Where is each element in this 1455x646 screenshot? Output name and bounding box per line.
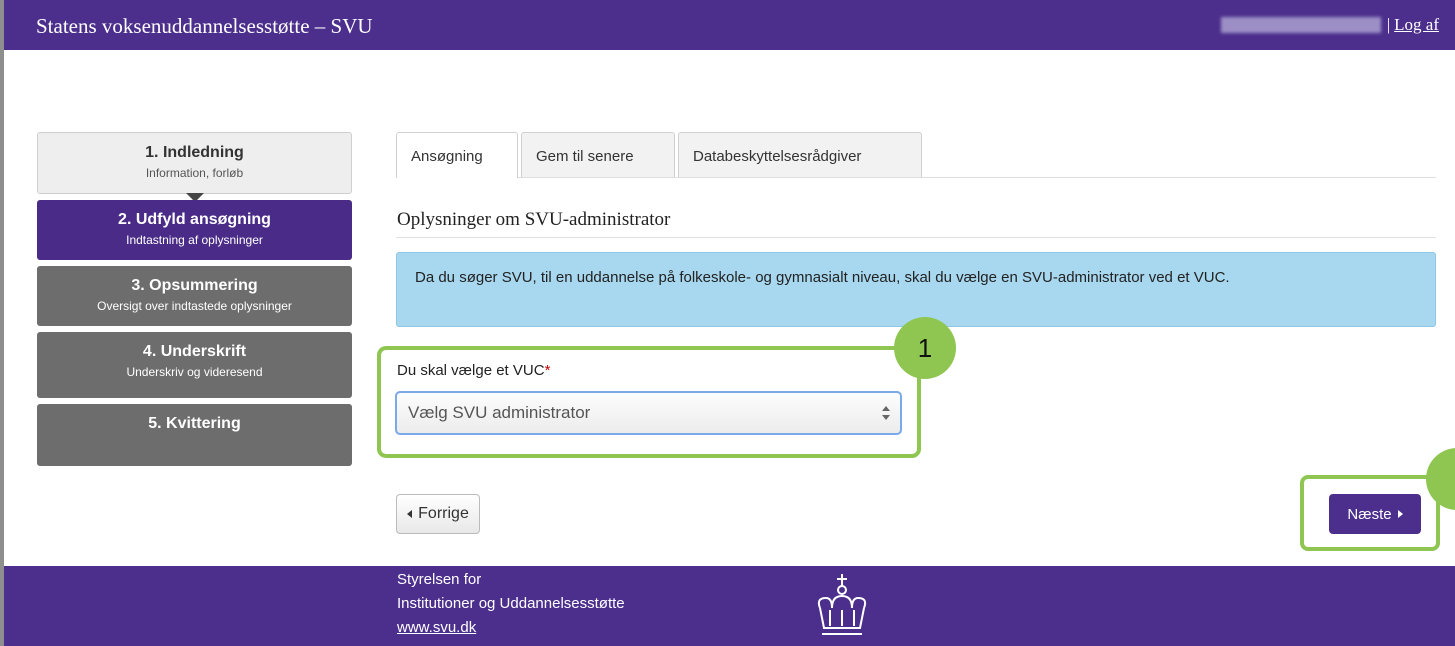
step-kvittering[interactable]: 5. Kvittering [37,404,352,466]
vuc-select[interactable]: Vælg SVU administrator [395,391,902,435]
footer-link[interactable]: www.svu.dk [397,619,476,636]
step-underskrift[interactable]: 4. Underskrift Underskriv og videresend [37,332,352,398]
tab-bar: Ansøgning Gem til senere Databeskyttelse… [396,132,1436,178]
next-button[interactable]: Næste [1329,494,1421,534]
crown-icon [817,574,867,635]
tab-ansoegning[interactable]: Ansøgning [396,132,518,178]
required-marker: * [544,362,551,379]
step-indledning[interactable]: 1. Indledning Information, forløb [37,132,352,202]
user-separator: | [1386,15,1391,34]
top-bar: Statens voksenuddannelsesstøtte – SVU | … [4,0,1455,50]
step-title: 3. Opsummering [131,277,258,294]
user-name-blurred [1220,17,1381,33]
section-divider [396,237,1436,238]
steps-sidebar: 1. Indledning Information, forløb 2. Udf… [37,132,352,472]
info-alert: Da du søger SVU, til en uddannelse på fo… [396,252,1436,327]
step-subtitle: Indtastning af oplysninger [126,233,263,247]
footer-line-2: Institutioner og Uddannelsesstøtte [397,595,625,612]
caret-left-icon [407,510,413,518]
step-title: 1. Indledning [145,144,244,161]
footer-text: Styrelsen for Institutioner og Uddannels… [397,568,625,640]
vuc-field-label: Du skal vælge et VUC* [397,362,550,379]
vuc-label-text: Du skal vælge et VUC [397,362,545,379]
left-edge [0,0,4,646]
previous-label: Forrige [418,505,469,522]
section-title: Oplysninger om SVU-administrator [397,209,671,230]
updown-icon [882,406,890,420]
vuc-select-value: Vælg SVU administrator [408,403,591,422]
logout-link[interactable]: Log af [1394,15,1439,35]
step-title: 4. Underskrift [142,343,247,360]
footer: Styrelsen for Institutioner og Uddannels… [4,566,1455,646]
tab-databeskyttelsesraadgiver[interactable]: Databeskyttelsesrådgiver [678,132,922,177]
site-title: Statens voksenuddannelsesstøtte – SVU [36,14,373,38]
footer-line-1: Styrelsen for [397,571,482,588]
step-title: 2. Udfyld ansøgning [118,211,271,228]
tab-gem-til-senere[interactable]: Gem til senere [521,132,675,177]
step-badge-1: 1 [894,317,956,379]
caret-right-icon [1397,510,1403,518]
step-udfyld-ansoegning[interactable]: 2. Udfyld ansøgning Indtastning af oplys… [37,200,352,260]
step-subtitle: Oversigt over indtastede oplysninger [97,299,292,313]
previous-button[interactable]: Forrige [396,494,480,534]
step-opsummering[interactable]: 3. Opsummering Oversigt over indtastede … [37,266,352,326]
step-subtitle: Underskriv og videresend [126,365,263,379]
step-title: 5. Kvittering [148,415,241,432]
next-label: Næste [1347,505,1392,523]
user-area: | Log af [1220,15,1439,35]
step-subtitle: Information, forløb [145,166,244,180]
